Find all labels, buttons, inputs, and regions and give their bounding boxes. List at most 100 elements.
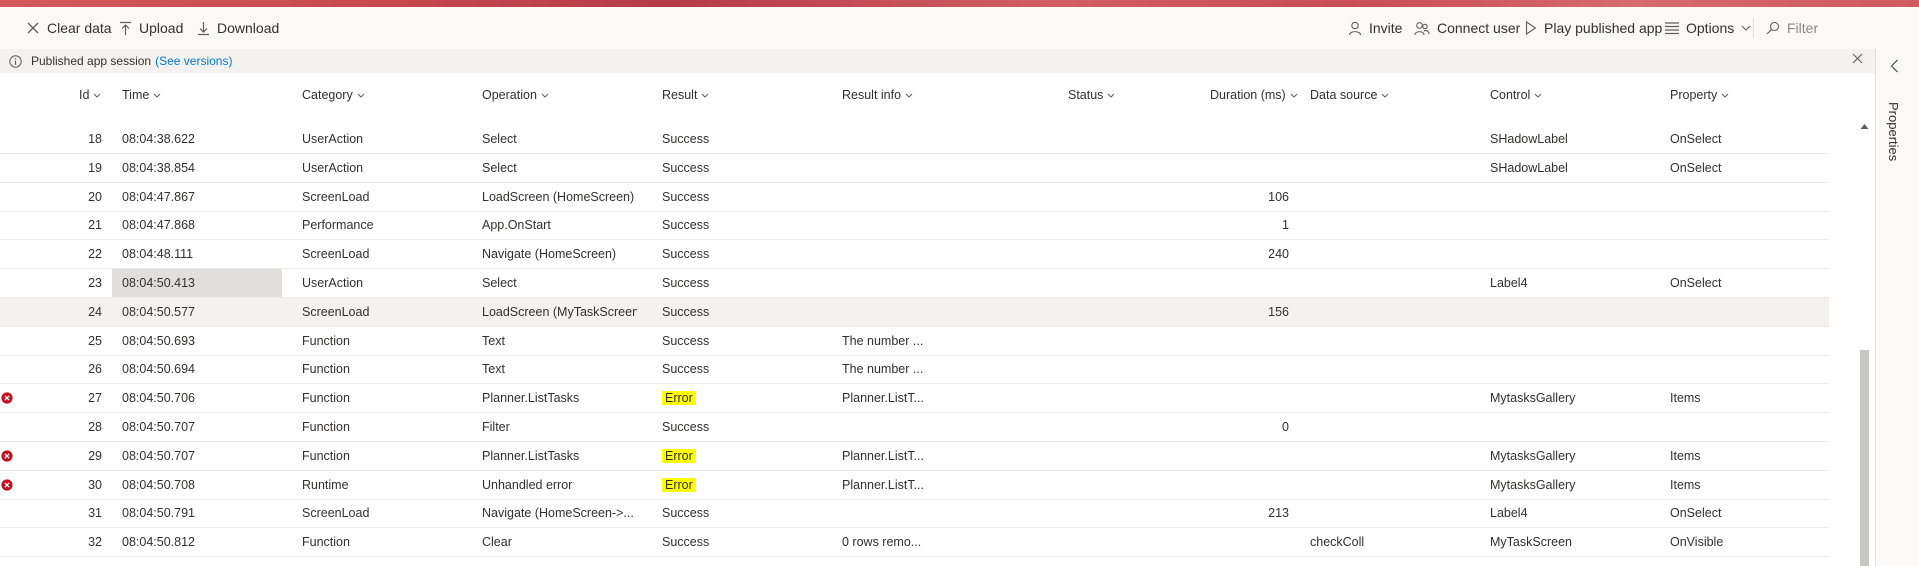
table-row[interactable]: 28 08:04:50.707 Function Filter Success 0 [0,413,1829,442]
cell-result-info [842,125,932,153]
cell-duration [1200,442,1289,470]
cell-data-source [1310,240,1485,268]
scroll-up-arrow-icon[interactable] [1860,117,1869,135]
play-published-app-button[interactable]: Play published app [1525,7,1662,49]
cell-time: 08:04:50.413 [112,269,282,297]
cell-control [1490,327,1665,355]
connect-user-button[interactable]: Connect user [1414,7,1520,49]
see-versions-link[interactable]: (See versions) [155,54,232,68]
cell-time: 08:04:50.707 [122,449,195,463]
cell-id: 22 [88,247,102,261]
cell-status [1068,499,1198,527]
cell-control: SHadowLabel [1490,132,1568,146]
cell-control: SHadowLabel [1490,161,1568,175]
column-header-status[interactable]: Status [1068,73,1115,117]
cell-data-source [1310,327,1485,355]
cell-result-info: Planner.ListT... [842,449,924,463]
table-row[interactable]: 24 08:04:50.577 ScreenLoad LoadScreen (MyTa… [0,298,1829,327]
table-row[interactable]: 30 08:04:50.708 Runtime Unhandled error Erro… [0,471,1829,500]
table-row[interactable]: 23 08:04:50.413 UserAction Select Success Lab… [0,269,1829,298]
table-row[interactable]: 18 08:04:38.622 UserAction Select Success SHa… [0,125,1829,154]
cell-category: UserAction [302,161,364,175]
options-menu-button[interactable]: Options [1665,7,1751,49]
chevron-down-icon [1741,25,1751,31]
table-row[interactable]: 25 08:04:50.693 Function Text Success The num… [0,327,1829,356]
cell-category: ScreenLoad [302,247,370,261]
column-header-result[interactable]: Result [662,73,709,117]
column-header-result-info[interactable]: Result info [842,73,913,117]
cell-operation: Planner.ListTasks [482,449,580,463]
column-header-row: Id Time Category Operation Result Result… [0,73,1875,117]
cell-operation: Text [482,334,505,348]
table-row[interactable]: 22 08:04:48.111 ScreenLoad Navigate (HomeSc… [0,240,1829,269]
properties-panel-label[interactable]: Properties [1886,102,1901,161]
cell-data-source [1310,413,1485,441]
cell-id: 32 [88,535,102,549]
column-header-label: Duration (ms) [1210,88,1286,102]
cell-operation: Text [482,362,505,376]
cell-control [1490,355,1665,383]
cell-property: OnSelect [1670,132,1722,146]
cell-status [1068,442,1198,470]
cell-status [1068,528,1198,556]
cell-control: MytasksGallery [1490,391,1576,405]
column-header-category[interactable]: Category [302,73,365,117]
cell-result: Success [662,535,710,549]
cell-data-source [1310,211,1485,239]
invite-label: Invite [1369,20,1403,36]
column-header-property[interactable]: Property [1670,73,1729,117]
app-banner [0,0,1919,7]
person-icon [1348,21,1362,35]
clear-data-button[interactable]: Clear data [26,7,112,49]
cell-result-info [842,211,932,239]
cell-data-source [1310,183,1485,211]
cell-data-source [1310,269,1485,297]
cell-time: 08:04:50.577 [122,305,195,319]
upload-button[interactable]: Upload [119,7,183,49]
filter-input[interactable]: Filter [1787,20,1818,36]
scrollbar-thumb[interactable] [1860,350,1869,566]
table-row[interactable]: 21 08:04:47.868 Performance App.OnStart Succ… [0,211,1829,240]
cell-control [1490,298,1665,326]
error-result-badge: Error [662,478,696,492]
column-header-operation[interactable]: Operation [482,73,549,117]
table-row[interactable]: 31 08:04:50.791 ScreenLoad Navigate (HomeSc… [0,499,1829,528]
cell-category: Function [302,362,350,376]
chevron-left-icon[interactable] [1890,59,1899,78]
table-row[interactable]: 32 08:04:50.812 Function Clear Success 0 rows… [0,528,1829,557]
column-header-duration[interactable]: Duration (ms) [1210,73,1298,117]
cell-id: 23 [88,276,102,290]
cell-result: Success [662,420,710,434]
info-icon [9,54,22,68]
table-row[interactable]: 19 08:04:38.854 UserAction Select Success SHa… [0,154,1829,183]
table-row[interactable]: 29 08:04:50.707 Function Planner.ListTasks E… [0,442,1829,471]
invite-button[interactable]: Invite [1348,7,1402,49]
filter-box[interactable]: Filter [1766,7,1818,49]
cell-result-info [842,183,932,211]
cell-operation: Select [482,161,517,175]
cell-result: Success [662,218,710,232]
cell-operation: Planner.ListTasks [482,391,580,405]
cell-category: Function [302,334,350,348]
cell-time: 08:04:50.694 [122,362,195,376]
close-icon[interactable] [1852,53,1863,67]
column-header-time[interactable]: Time [122,73,161,117]
table-row[interactable]: 20 08:04:47.867 ScreenLoad LoadScreen (Home… [0,183,1829,212]
cell-status [1068,355,1198,383]
column-header-control[interactable]: Control [1490,73,1542,117]
column-header-label: Time [122,88,150,102]
grid-scrollbar[interactable] [1856,117,1873,566]
cell-property [1670,355,1820,383]
cell-result: Success [662,247,710,261]
cell-duration [1200,327,1289,355]
cell-time: 08:04:50.708 [122,478,195,492]
cell-control [1490,413,1665,441]
column-header-id[interactable]: Id [79,73,101,117]
cell-category: ScreenLoad [302,506,370,520]
column-header-data-source[interactable]: Data source [1310,73,1389,117]
table-row[interactable]: 26 08:04:50.694 Function Text Success The num… [0,355,1829,384]
download-button[interactable]: Download [197,7,279,49]
cell-id: 24 [88,305,102,319]
cell-id: 30 [88,478,102,492]
table-row[interactable]: 27 08:04:50.706 Function Planner.ListTasks E… [0,384,1829,413]
